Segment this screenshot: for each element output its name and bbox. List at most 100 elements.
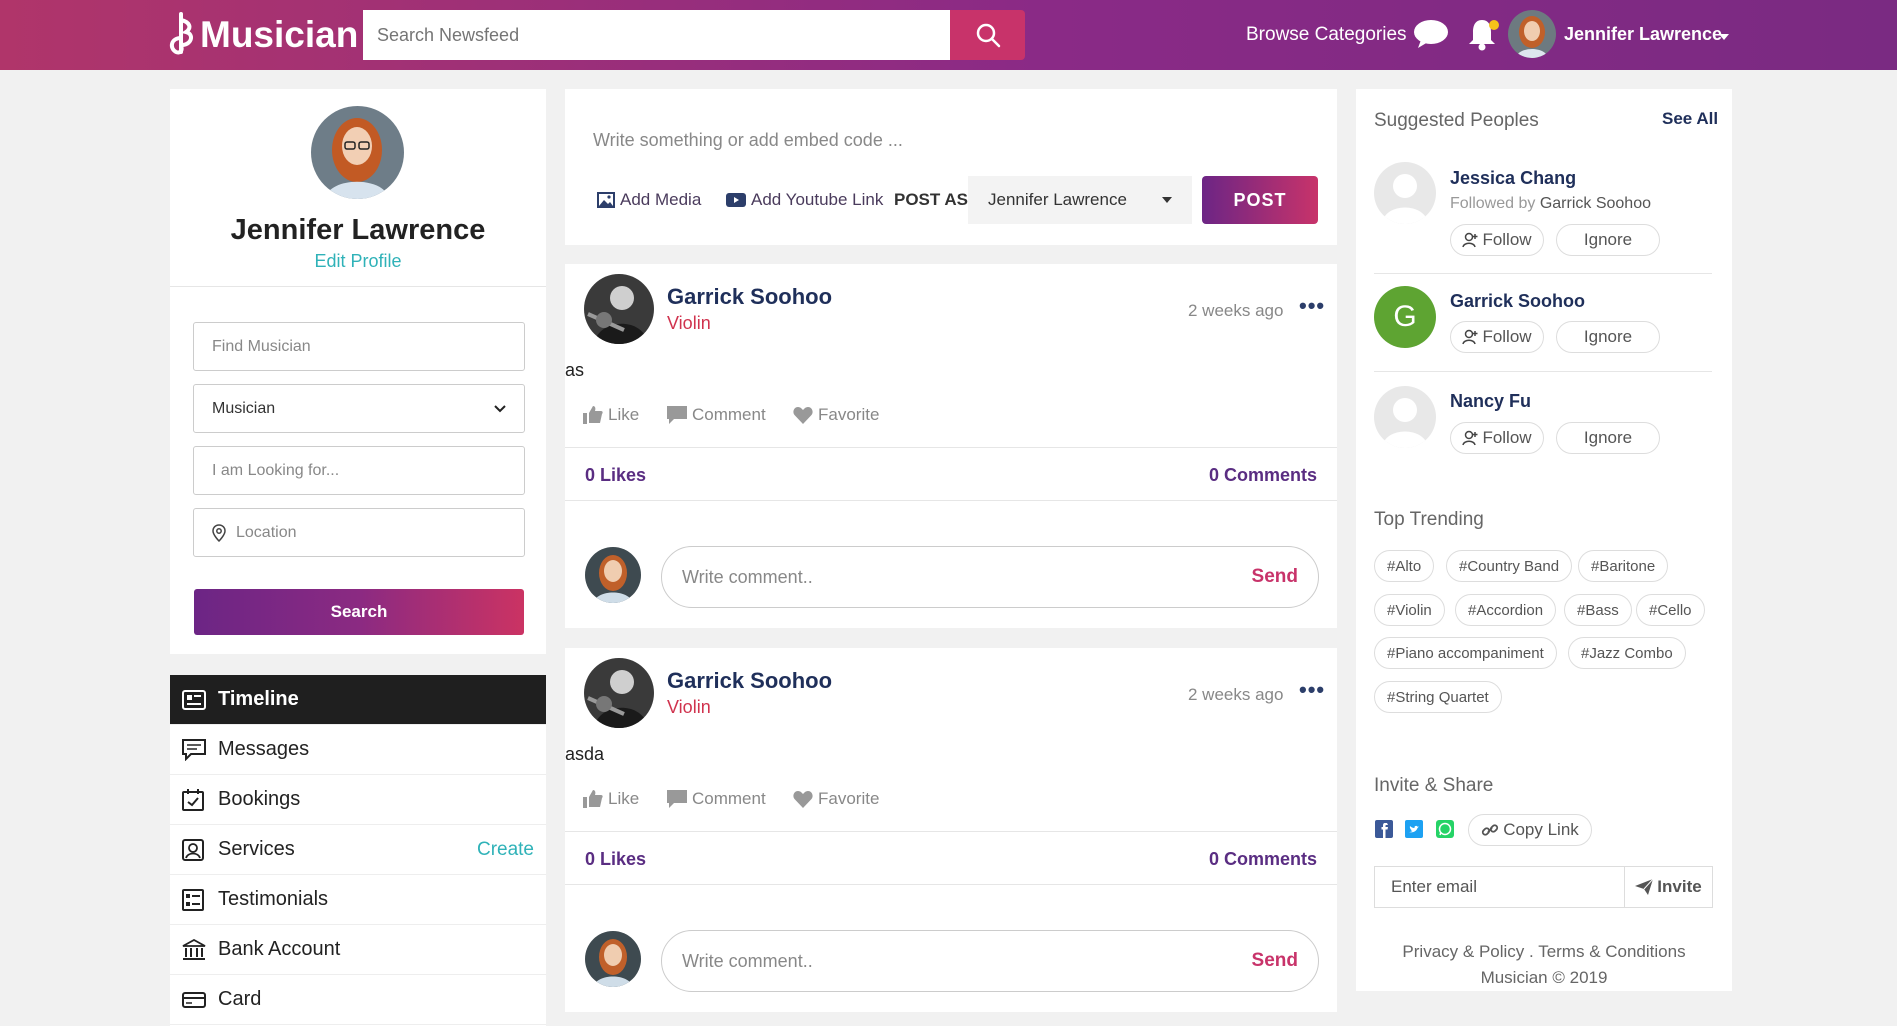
favorite-label: Favorite: [818, 789, 880, 808]
follow-button[interactable]: Follow: [1450, 224, 1544, 256]
trending-tag[interactable]: #Piano accompaniment: [1374, 637, 1557, 669]
favorite-button[interactable]: Favorite: [793, 789, 879, 809]
trending-tag[interactable]: #Bass: [1564, 594, 1632, 626]
follow-label: Follow: [1482, 428, 1532, 447]
header-user-name[interactable]: Jennifer Lawrence: [1564, 24, 1722, 45]
comments-count[interactable]: 0 Comments: [1209, 465, 1317, 486]
favorite-button[interactable]: Favorite: [793, 405, 879, 425]
invite-email-input[interactable]: Enter email: [1374, 866, 1625, 908]
chevron-down-icon: [494, 404, 506, 412]
suggested-person-name[interactable]: Nancy Fu: [1450, 391, 1531, 412]
chat-icon[interactable]: [1413, 18, 1449, 50]
create-service-link[interactable]: Create: [477, 839, 534, 861]
ignore-button[interactable]: Ignore: [1556, 321, 1660, 353]
chevron-down-icon[interactable]: [1718, 33, 1730, 41]
trending-tag[interactable]: #Baritone: [1578, 550, 1669, 582]
sidebar-item-bookings[interactable]: Bookings: [170, 775, 546, 825]
suggested-person-avatar[interactable]: G: [1374, 286, 1436, 348]
follow-button[interactable]: Follow: [1450, 422, 1544, 454]
chevron-down-icon: [1162, 197, 1172, 203]
notification-bell-icon[interactable]: [1467, 16, 1501, 52]
post-author-name[interactable]: Garrick Soohoo: [667, 668, 832, 694]
suggested-person-avatar[interactable]: [1374, 162, 1436, 224]
post-text: asda: [565, 744, 605, 764]
music-note-icon: [169, 12, 193, 55]
heart-icon: [793, 407, 813, 424]
followed-by-text: Followed by Garrick Soohoo: [1450, 195, 1651, 213]
comment-button[interactable]: Comment: [667, 789, 766, 809]
comment-button[interactable]: Comment: [667, 405, 766, 425]
trending-tag[interactable]: #Cello: [1636, 594, 1705, 626]
invite-button[interactable]: Invite: [1624, 866, 1713, 908]
user-avatar[interactable]: [1508, 10, 1556, 58]
browse-categories-link[interactable]: Browse Categories: [1246, 24, 1407, 46]
trending-tag[interactable]: #Country Band: [1446, 550, 1573, 582]
see-all-link[interactable]: See All: [1662, 109, 1718, 129]
sidebar-item-timeline[interactable]: Timeline: [170, 675, 546, 725]
location-input[interactable]: Location: [193, 508, 525, 557]
post-author-avatar[interactable]: [584, 658, 654, 728]
comments-count[interactable]: 0 Comments: [1209, 849, 1317, 870]
invite-share-title: Invite & Share: [1374, 775, 1494, 796]
post-as-select[interactable]: Jennifer Lawrence: [968, 176, 1192, 224]
send-icon: [1635, 879, 1654, 895]
trending-tag[interactable]: #Alto: [1374, 550, 1435, 582]
comment-placeholder: Write comment..: [682, 566, 813, 587]
add-media-button[interactable]: Add Media: [597, 190, 701, 210]
send-comment-button[interactable]: Send: [1252, 950, 1298, 972]
privacy-policy-link[interactable]: Privacy & Policy: [1402, 942, 1524, 961]
send-comment-button[interactable]: Send: [1252, 566, 1298, 588]
suggested-person-avatar[interactable]: [1374, 386, 1436, 448]
youtube-icon: [726, 193, 746, 207]
facebook-icon[interactable]: [1375, 820, 1393, 838]
ignore-button[interactable]: Ignore: [1556, 422, 1660, 454]
suggested-person-name[interactable]: Jessica Chang: [1450, 168, 1576, 189]
add-youtube-link-button[interactable]: Add Youtube Link: [726, 190, 883, 210]
post-button[interactable]: POST: [1202, 176, 1318, 224]
sidebar-item-bank-account[interactable]: Bank Account: [170, 925, 546, 975]
more-options-icon[interactable]: •••: [1299, 677, 1325, 703]
divider: [565, 831, 1337, 832]
card-icon: [182, 991, 208, 1009]
more-options-icon[interactable]: •••: [1299, 293, 1325, 319]
comment-input[interactable]: Write comment.. Send: [661, 546, 1319, 608]
sidebar-item-testimonials[interactable]: Testimonials: [170, 875, 546, 925]
search-button[interactable]: [950, 10, 1025, 60]
find-musician-input[interactable]: Find Musician: [193, 322, 525, 371]
post-as-value: Jennifer Lawrence: [988, 190, 1127, 209]
sidebar-item-services[interactable]: Services Create: [170, 825, 546, 875]
sidebar-item-label: Messages: [218, 738, 310, 760]
trending-tag[interactable]: #Jazz Combo: [1568, 637, 1686, 669]
link-icon: [1482, 824, 1499, 836]
copy-link-button[interactable]: Copy Link: [1468, 814, 1592, 846]
like-button[interactable]: Like: [583, 789, 639, 809]
musician-type-select[interactable]: Musician: [193, 384, 525, 433]
trending-tag[interactable]: #Violin: [1374, 594, 1445, 626]
trending-tag[interactable]: #Accordion: [1455, 594, 1557, 626]
comment-input[interactable]: Write comment.. Send: [661, 930, 1319, 992]
follow-button[interactable]: Follow: [1450, 321, 1544, 353]
sidebar-item-messages[interactable]: Messages: [170, 725, 546, 775]
comment-placeholder: Write comment..: [682, 950, 813, 971]
profile-avatar[interactable]: [311, 106, 404, 199]
copy-link-label: Copy Link: [1503, 820, 1579, 839]
likes-count[interactable]: 0 Likes: [585, 465, 646, 486]
looking-for-input[interactable]: I am Looking for...: [193, 446, 525, 495]
sidebar-item-card[interactable]: Card: [170, 975, 546, 1025]
post-author-name[interactable]: Garrick Soohoo: [667, 284, 832, 310]
ignore-button[interactable]: Ignore: [1556, 224, 1660, 256]
app-logo[interactable]: Musician: [166, 12, 358, 58]
search-musician-button[interactable]: Search: [194, 589, 524, 635]
trending-tag[interactable]: #String Quartet: [1374, 681, 1502, 713]
whatsapp-icon[interactable]: [1436, 820, 1454, 838]
post-author-avatar[interactable]: [584, 274, 654, 344]
likes-count[interactable]: 0 Likes: [585, 849, 646, 870]
suggested-person-name[interactable]: Garrick Soohoo: [1450, 291, 1585, 312]
terms-conditions-link[interactable]: Terms & Conditions: [1538, 942, 1685, 961]
like-button[interactable]: Like: [583, 405, 639, 425]
edit-profile-link[interactable]: Edit Profile: [170, 251, 546, 272]
sidebar-menu: Timeline Messages Bookings Services Crea…: [170, 675, 546, 1026]
twitter-icon[interactable]: [1405, 820, 1423, 838]
post-composer-input[interactable]: Write something or add embed code ...: [593, 130, 903, 151]
search-newsfeed-input[interactable]: [363, 10, 950, 60]
